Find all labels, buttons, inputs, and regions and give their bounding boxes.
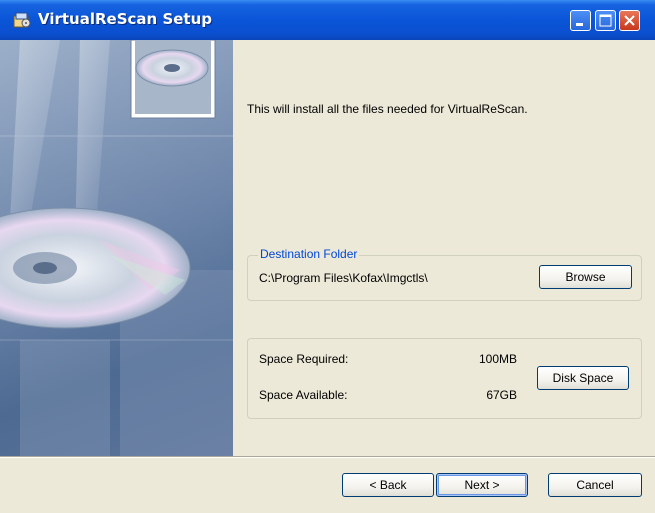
maximize-button[interactable] [595, 10, 616, 31]
intro-text: This will install all the files needed f… [247, 102, 528, 116]
space-required-label: Space Required: [259, 352, 349, 366]
space-available-value: 67GB [486, 388, 517, 402]
setup-window: VirtualReScan Setup This will install al… [0, 0, 655, 513]
window-title: VirtualReScan Setup [38, 10, 213, 28]
setup-app-icon [12, 10, 32, 30]
destination-legend: Destination Folder [258, 247, 360, 261]
setup-side-image [0, 40, 233, 456]
destination-path: C:\Program Files\Kofax\Imgctls\ [259, 271, 428, 285]
cancel-button[interactable]: Cancel [548, 473, 642, 497]
title-bar[interactable]: VirtualReScan Setup [0, 0, 655, 40]
cd-disc-icon [0, 40, 233, 456]
space-required-value: 100MB [478, 352, 517, 366]
space-available-label: Space Available: [259, 388, 348, 402]
minimize-button[interactable] [570, 10, 591, 31]
footer-divider [0, 456, 655, 458]
close-button[interactable] [619, 10, 640, 31]
disk-space-button[interactable]: Disk Space [537, 366, 629, 390]
next-button[interactable]: Next > [436, 473, 528, 497]
minimize-icon [576, 23, 583, 26]
back-button[interactable]: < Back [342, 473, 434, 497]
browse-button[interactable]: Browse [539, 265, 632, 289]
maximize-icon [599, 14, 612, 27]
close-icon [624, 15, 635, 26]
